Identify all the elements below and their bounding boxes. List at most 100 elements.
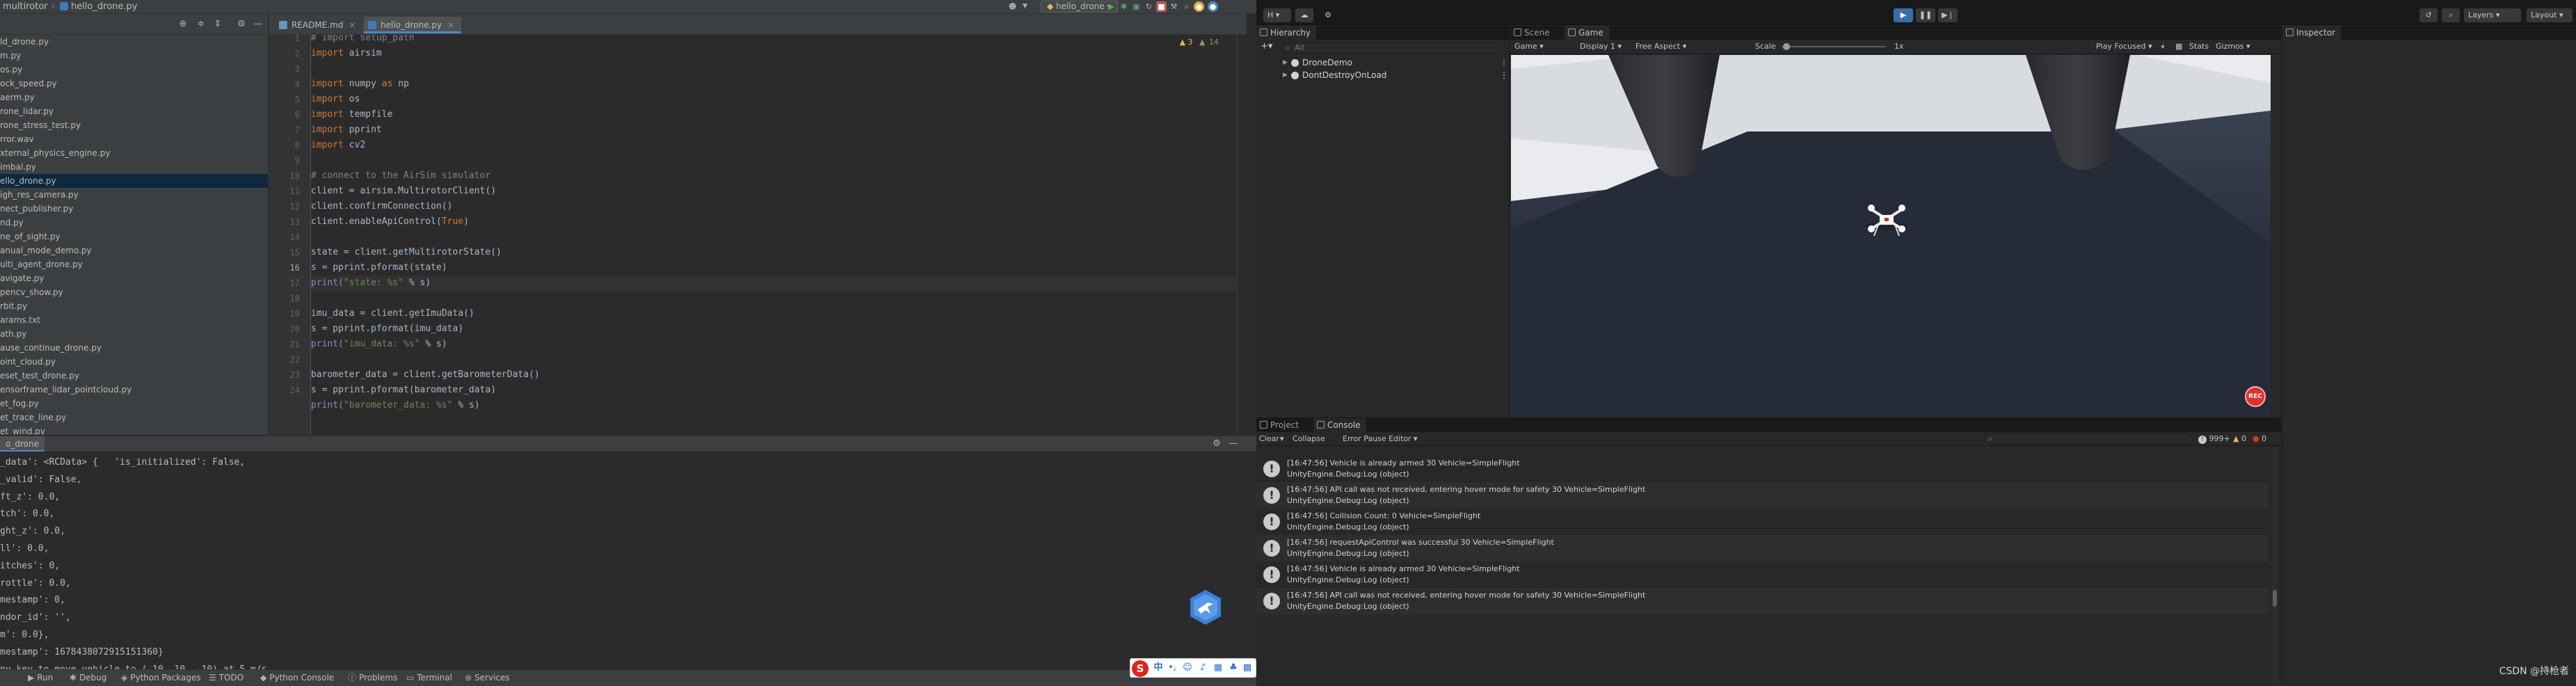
tool-window-debug[interactable]: ✱ Debug	[70, 670, 107, 685]
emoji-icon[interactable]: ☺	[1182, 662, 1193, 673]
console-log-entry[interactable]: ! [16:47:56] Vehicle is already armed 30 …	[1256, 456, 2269, 482]
game-viewport[interactable]	[1511, 55, 2271, 417]
project-file-item[interactable]: et_fog.py	[0, 397, 268, 410]
run-console-output[interactable]: _data': <RCData> { 'is_initialized': Fal…	[0, 454, 1183, 675]
collapse-all-icon[interactable]: ≑	[196, 19, 206, 29]
minimize-icon[interactable]: —	[253, 19, 263, 29]
tab-hello-drone[interactable]: hello_drone.py ×	[364, 17, 462, 33]
error-pause-toggle[interactable]: Error Pause	[1343, 432, 1386, 446]
project-file-item[interactable]: et_trace_line.py	[0, 410, 268, 424]
expand-all-icon[interactable]: ⇕	[213, 19, 223, 29]
project-file-item[interactable]: nd.py	[0, 216, 268, 230]
console-log-entry[interactable]: ! [16:47:56] API call was not received, e…	[1256, 588, 2269, 614]
kebab-menu-icon[interactable]: ⋮	[1500, 56, 1508, 69]
project-file-item[interactable]: ath.py	[0, 327, 268, 341]
project-file-item[interactable]: ensorframe_lidar_pointcloud.py	[0, 383, 268, 397]
gizmos-dropdown[interactable]: Gizmos ▾	[2216, 40, 2250, 54]
project-file-item[interactable]: rone_stress_test.py	[0, 118, 268, 132]
breadcrumb-file[interactable]: hello_drone.py	[71, 1, 138, 12]
project-file-item[interactable]: ello_drone.py	[0, 174, 268, 188]
floating-app-logo-icon[interactable]	[1187, 589, 1224, 626]
collab-icon[interactable]: ⚙	[1322, 8, 1334, 22]
tool-window-problems[interactable]: ⓘ Problems	[348, 670, 397, 685]
project-file-item[interactable]: avigate.py	[0, 271, 268, 285]
keyboard-icon[interactable]: ▦	[1213, 662, 1224, 673]
toolbox-icon[interactable]: ▩	[1242, 662, 1253, 673]
project-file-item[interactable]: os.py	[0, 63, 268, 77]
skin-icon[interactable]: ♣	[1228, 662, 1239, 673]
gear-icon[interactable]: ⚙	[1212, 439, 1222, 449]
log-count-toggle[interactable]: ! 999+	[2198, 432, 2230, 446]
close-icon[interactable]: ×	[447, 20, 454, 30]
chevron-down-icon[interactable]: ▼	[1020, 1, 1030, 12]
project-file-item[interactable]: arams.txt	[0, 313, 268, 327]
project-file-item[interactable]: rror.wav	[0, 132, 268, 146]
record-button[interactable]: REC	[2245, 386, 2266, 407]
run-tab[interactable]: o_drone	[0, 436, 45, 452]
console-log-entry[interactable]: ! [16:47:56] Vehicle is already armed 30 …	[1256, 561, 2269, 588]
step-button[interactable]: ▶❘	[1938, 8, 1958, 22]
project-file-item[interactable]: m.py	[0, 49, 268, 63]
search-everywhere-icon[interactable]: ⌕	[1181, 1, 1192, 12]
console-search-input[interactable]: ⌕	[1984, 433, 2193, 445]
layers-dropdown[interactable]: Layers ▾	[2464, 8, 2521, 22]
chinese-mode-icon[interactable]: 中	[1153, 662, 1164, 673]
cloud-icon[interactable]: ☁	[1295, 8, 1313, 22]
build-icon[interactable]: ⚒	[1169, 1, 1179, 12]
aspect-dropdown[interactable]: Free Aspect ▾	[1635, 40, 1686, 54]
project-file-item[interactable]: oint_cloud.py	[0, 355, 268, 369]
microphone-icon[interactable]: ♪	[1197, 662, 1208, 673]
mute-audio-icon[interactable]: 🔈︎	[2161, 40, 2166, 54]
collapse-toggle[interactable]: Collapse	[1293, 432, 1325, 446]
code-area[interactable]: # import setup_path import airsim import…	[311, 35, 1236, 435]
editor-scrollbar[interactable]	[1237, 35, 1247, 435]
project-file-item[interactable]: rone_lidar.py	[0, 104, 268, 118]
project-file-item[interactable]: igh_res_camera.py	[0, 188, 268, 202]
project-file-item[interactable]: rbit.py	[0, 299, 268, 313]
project-file-item[interactable]: anual_mode_demo.py	[0, 244, 268, 257]
play-button[interactable]: ▶	[1894, 8, 1913, 22]
hierarchy-search-input[interactable]: ⌕ All	[1281, 42, 1500, 54]
update-icon[interactable]: ●	[1194, 1, 1204, 12]
minimize-icon[interactable]: —	[1229, 439, 1238, 449]
run-icon[interactable]: ▶	[1106, 1, 1117, 12]
project-file-item[interactable]: imbal.py	[0, 160, 268, 174]
tab-game[interactable]: Game	[1565, 26, 1609, 40]
target-icon[interactable]: ⊕	[178, 19, 188, 29]
error-count-toggle[interactable]: ● 0	[2253, 432, 2266, 446]
stats-button[interactable]: Stats	[2189, 40, 2209, 54]
kebab-menu-icon[interactable]: ⋮	[1500, 69, 1508, 81]
hierarchy-row-dronedemo[interactable]: ▶ DroneDemo ⋮	[1256, 56, 1510, 69]
tool-window-python-console[interactable]: ◆ Python Console	[260, 670, 334, 685]
project-file-item[interactable]: aerm.py	[0, 90, 268, 104]
close-icon[interactable]: ×	[349, 20, 355, 30]
project-file-item[interactable]: ulti_agent_drone.py	[0, 257, 268, 271]
layout-dropdown[interactable]: Layout ▾	[2527, 8, 2573, 22]
ide-logo-icon[interactable]: ●	[1208, 1, 1218, 12]
tab-console[interactable]: Console	[1313, 418, 1366, 432]
coverage-icon[interactable]: ▣	[1131, 1, 1142, 12]
tool-window-terminal[interactable]: ▭ Terminal	[406, 670, 452, 685]
project-file-item[interactable]: ld_drone.py	[0, 35, 268, 49]
project-file-item[interactable]: xternal_physics_engine.py	[0, 146, 268, 160]
hierarchy-row-dontdestroyonload[interactable]: ▶ DontDestroyOnLoad ⋮	[1256, 69, 1510, 81]
project-file-item[interactable]: ne_of_sight.py	[0, 230, 268, 244]
tab-inspector[interactable]: Inspector	[2282, 26, 2341, 40]
editor-dropdown[interactable]: Editor ▾	[1389, 432, 1418, 446]
project-file-item[interactable]: ock_speed.py	[0, 77, 268, 90]
expand-triangle-icon[interactable]: ▶	[1283, 56, 1288, 69]
tab-hierarchy[interactable]: Hierarchy	[1256, 26, 1317, 40]
project-file-item[interactable]: pencv_show.py	[0, 285, 268, 299]
console-scrollbar[interactable]	[2271, 447, 2278, 684]
play-mode-dropdown[interactable]: Play Focused ▾	[2096, 40, 2152, 54]
rerun-icon[interactable]: ↻	[1144, 1, 1154, 12]
shortcuts-icon[interactable]: ▦	[2175, 40, 2182, 54]
project-file-item[interactable]: eset_test_drone.py	[0, 369, 268, 383]
history-icon[interactable]: ↺	[2419, 8, 2438, 22]
gear-icon[interactable]: ⚙	[237, 19, 246, 29]
stop-icon[interactable]: ■	[1156, 1, 1167, 12]
user-icon[interactable]: ☻	[1007, 1, 1018, 12]
project-file-item[interactable]: nect_publisher.py	[0, 202, 268, 216]
project-file-item[interactable]: et_wind.py	[0, 424, 268, 435]
display-dropdown[interactable]: Display 1 ▾	[1580, 40, 1622, 54]
